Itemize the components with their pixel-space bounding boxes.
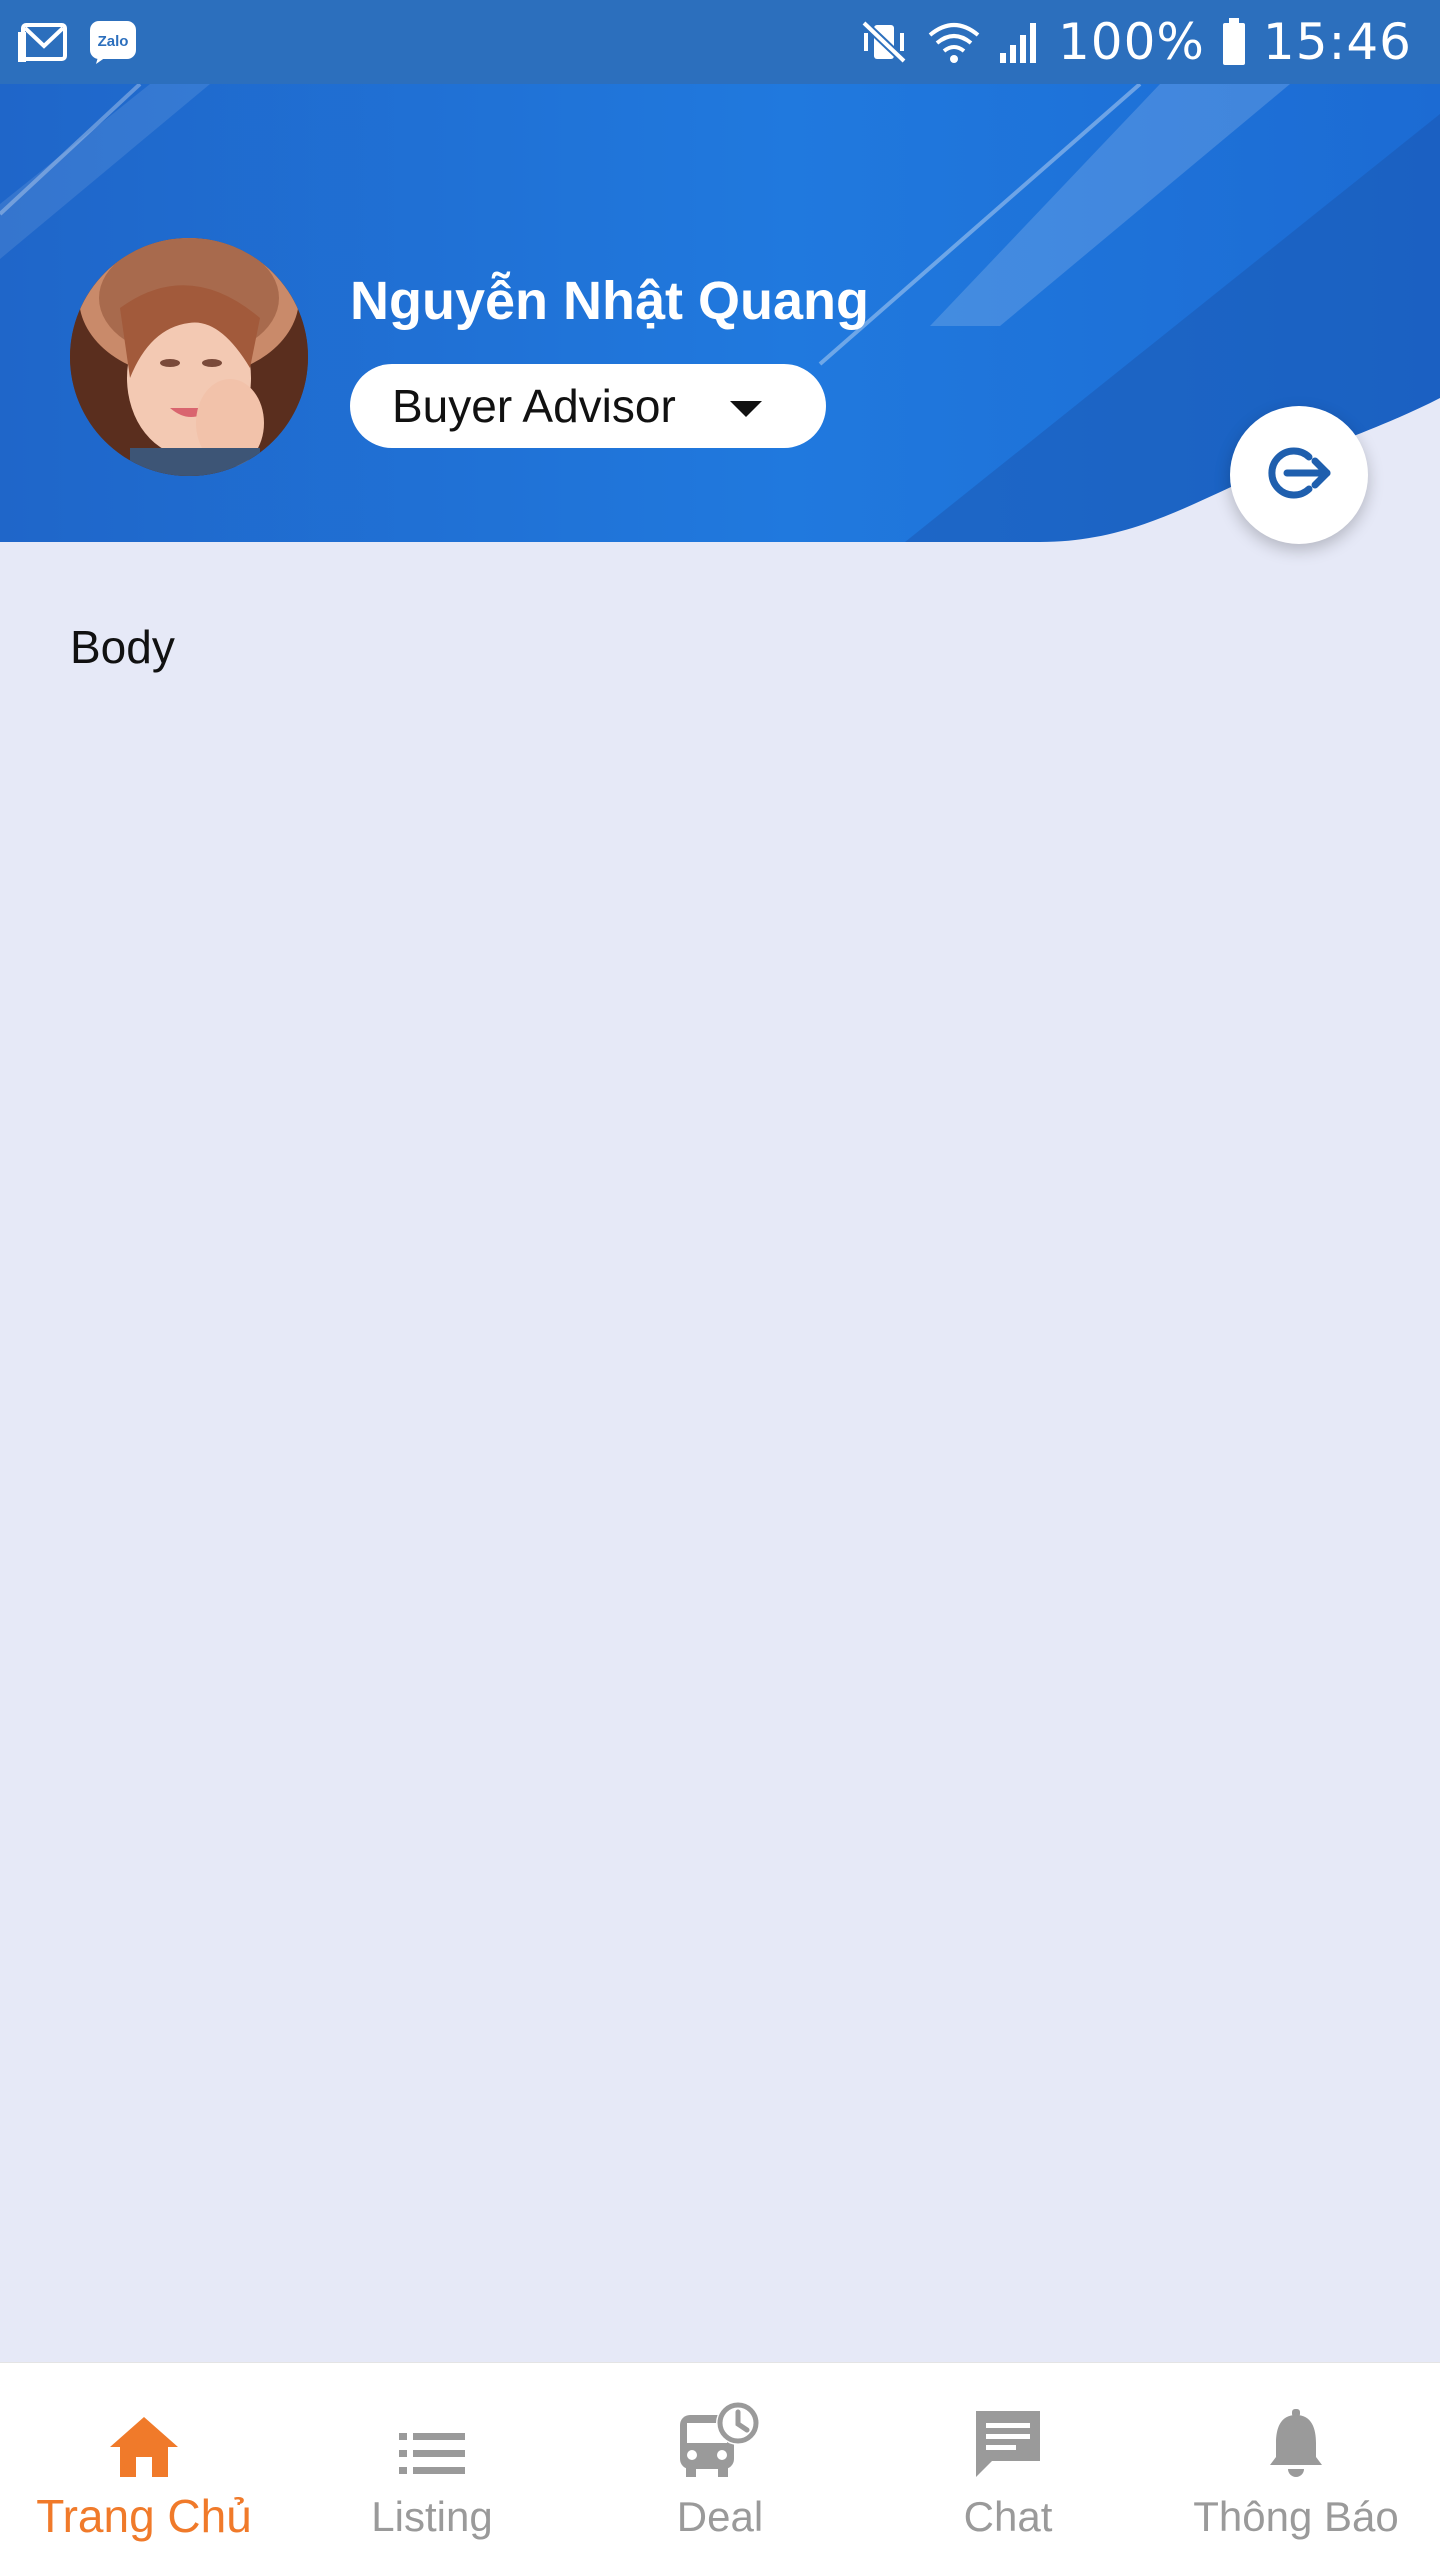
battery-icon: [1221, 18, 1247, 66]
clock: 15:46: [1262, 13, 1412, 71]
tab-deal[interactable]: Deal: [576, 2363, 864, 2560]
status-bar: Zalo 100% 15:46: [0, 0, 1440, 84]
profile-header: Nguyễn Nhật Quang Buyer Advisor: [0, 84, 1440, 554]
list-icon: [397, 2399, 467, 2479]
svg-text:Zalo: Zalo: [98, 33, 129, 50]
chevron-down-icon: [730, 401, 762, 417]
tab-trang-chu[interactable]: Trang Chủ: [0, 2363, 288, 2560]
wifi-icon: [926, 19, 982, 65]
zalo-icon: Zalo: [88, 19, 138, 65]
mute-vibrate-icon: [858, 19, 910, 65]
tab-label: Thông Báo: [1193, 2493, 1399, 2540]
tab-label: Listing: [371, 2493, 493, 2540]
chat-icon: [972, 2399, 1044, 2479]
bus-clock-icon: [678, 2399, 762, 2479]
logout-icon: [1263, 443, 1335, 508]
tab-label: Trang Chủ: [36, 2490, 252, 2542]
body-placeholder-text: Body: [70, 621, 175, 673]
user-name: Nguyễn Nhật Quang: [350, 271, 870, 331]
role-label: Buyer Advisor: [392, 380, 676, 432]
status-system: 100% 15:46: [858, 13, 1412, 71]
home-icon: [108, 2399, 180, 2479]
tab-chat[interactable]: Chat: [864, 2363, 1152, 2560]
role-dropdown[interactable]: Buyer Advisor: [350, 364, 826, 448]
gmail-icon: [18, 20, 70, 64]
avatar[interactable]: [70, 238, 308, 476]
app-screen: Zalo 100% 15:46 Nguyễn Nhật Quang Buyer …: [0, 0, 1440, 2560]
bell-icon: [1266, 2399, 1326, 2479]
status-notifications: Zalo: [18, 19, 138, 65]
logout-button[interactable]: [1230, 406, 1368, 544]
tab-thong-bao[interactable]: Thông Báo: [1152, 2363, 1440, 2560]
bottom-navigation: Trang Chủ Listing Deal Chat Thông Báo: [0, 2362, 1440, 2560]
tab-label: Deal: [676, 2493, 764, 2540]
tab-label: Chat: [963, 2493, 1053, 2540]
signal-icon: [998, 19, 1042, 65]
battery-percent: 100%: [1057, 13, 1205, 71]
tab-listing[interactable]: Listing: [288, 2363, 576, 2560]
